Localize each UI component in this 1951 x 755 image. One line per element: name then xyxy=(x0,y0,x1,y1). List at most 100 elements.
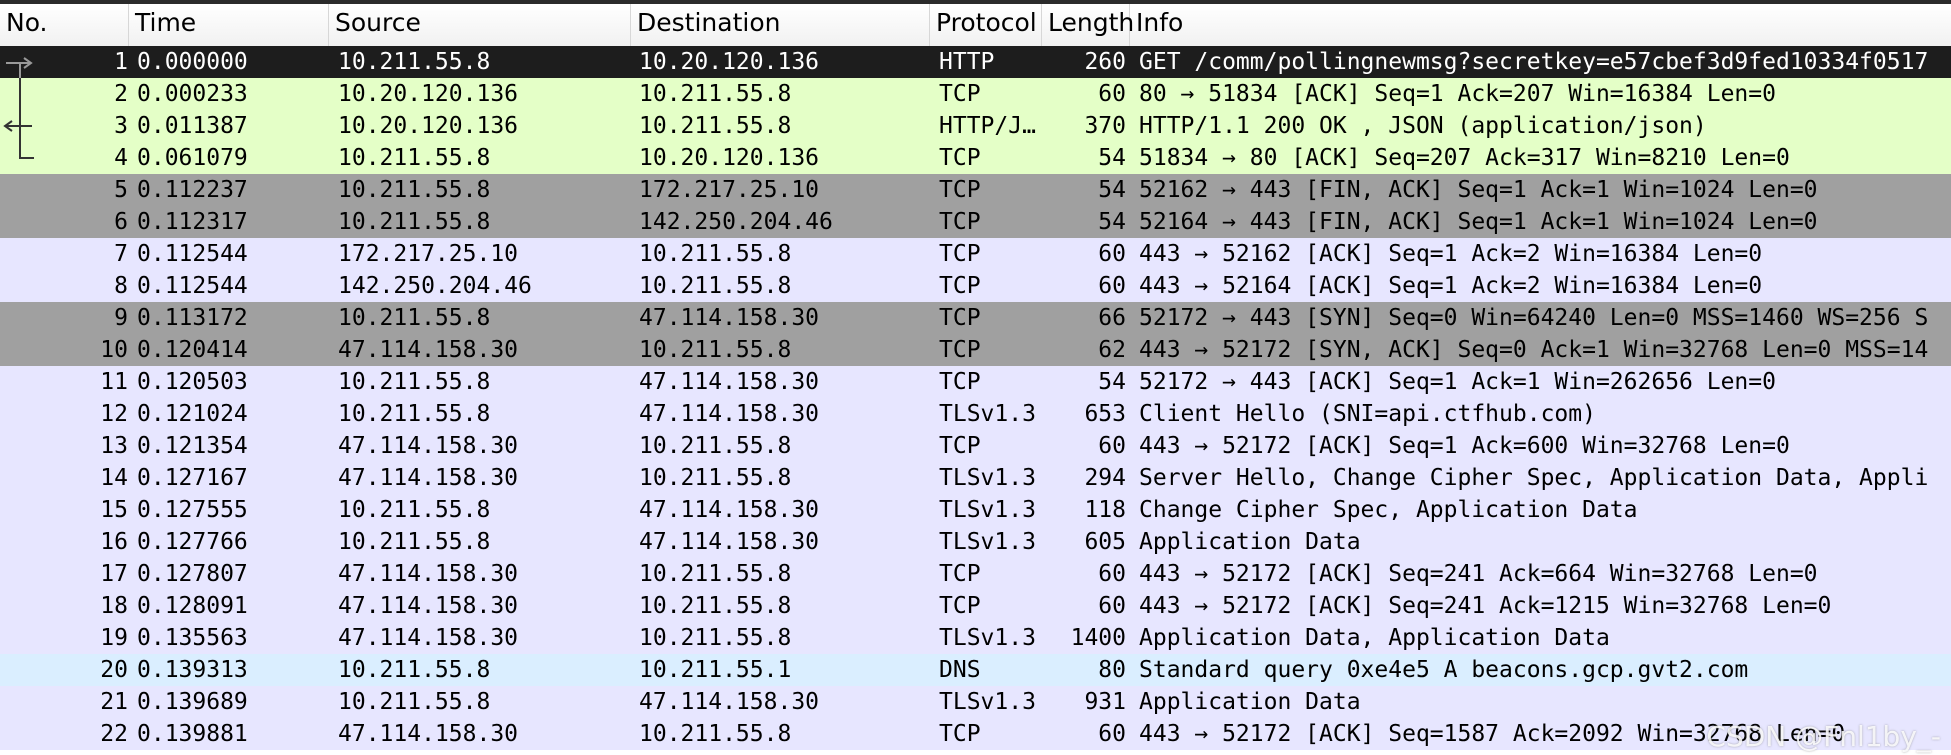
cell-source: 172.217.25.10 xyxy=(338,241,519,267)
packet-row[interactable]: 2 0.000233 10.20.120.136 10.211.55.8 TCP 60 80… xyxy=(0,78,1951,110)
cell-info: 51834 → 80 [ACK] Seq=207 Ack=317 Win=821… xyxy=(1139,145,1790,171)
packet-row[interactable]: 8 0.112544 142.250.204.46 10.211.55.8 TCP 60 4… xyxy=(0,270,1951,302)
cell-source: 10.20.120.136 xyxy=(338,113,519,139)
cell-time: 0.127766 xyxy=(137,529,248,555)
cell-no: 22 xyxy=(100,721,128,747)
cell-source: 10.211.55.8 xyxy=(338,369,491,395)
packet-row[interactable]: 13 0.121354 47.114.158.30 10.211.55.8 TCP 60 4… xyxy=(0,430,1951,462)
cell-destination: 10.211.55.8 xyxy=(639,465,792,491)
packet-row[interactable]: 4 0.061079 10.211.55.8 10.20.120.136 TCP 54 51… xyxy=(0,142,1951,174)
packet-row[interactable]: 3 0.011387 10.20.120.136 10.211.55.8 HTTP/J…… xyxy=(0,110,1951,142)
column-header-no[interactable]: No. xyxy=(0,4,129,46)
packet-row[interactable]: 6 0.112317 10.211.55.8 142.250.204.46 TCP 54 5… xyxy=(0,206,1951,238)
packet-row[interactable]: 11 0.120503 10.211.55.8 47.114.158.30 TCP 54 5… xyxy=(0,366,1951,398)
cell-info: Application Data, Application Data xyxy=(1139,625,1610,651)
cell-destination: 172.217.25.10 xyxy=(639,177,820,203)
cell-no: 14 xyxy=(100,465,128,491)
cell-protocol: TLSv1.3 xyxy=(939,497,1036,523)
cell-source: 10.211.55.8 xyxy=(338,49,491,75)
packet-row[interactable]: 14 0.127167 47.114.158.30 10.211.55.8 TLSv1.… xyxy=(0,462,1951,494)
cell-length: 54 xyxy=(1098,209,1126,235)
cell-length: 62 xyxy=(1098,337,1126,363)
cell-protocol: TLSv1.3 xyxy=(939,529,1036,555)
column-header-destination[interactable]: Destination xyxy=(631,4,930,46)
cell-no: 19 xyxy=(100,625,128,651)
cell-protocol: TLSv1.3 xyxy=(939,625,1036,651)
cell-length: 60 xyxy=(1098,81,1126,107)
cell-source: 10.211.55.8 xyxy=(338,497,491,523)
cell-source: 10.211.55.8 xyxy=(338,689,491,715)
packet-row[interactable]: 16 0.127766 10.211.55.8 47.114.158.30 TLSv1.… xyxy=(0,526,1951,558)
packet-row[interactable]: 7 0.112544 172.217.25.10 10.211.55.8 TCP 60 44… xyxy=(0,238,1951,270)
packet-row[interactable]: 5 0.112237 10.211.55.8 172.217.25.10 TCP 54 52… xyxy=(0,174,1951,206)
cell-protocol: TCP xyxy=(939,273,981,299)
cell-protocol: HTTP xyxy=(939,49,995,75)
cell-no: 5 xyxy=(114,177,128,203)
cell-source: 10.211.55.8 xyxy=(338,177,491,203)
cell-destination: 10.211.55.8 xyxy=(639,81,792,107)
cell-protocol: TCP xyxy=(939,433,981,459)
cell-protocol: TCP xyxy=(939,369,981,395)
cell-info: 52164 → 443 [FIN, ACK] Seq=1 Ack=1 Win=1… xyxy=(1139,209,1818,235)
packet-row[interactable]: 17 0.127807 47.114.158.30 10.211.55.8 TCP 60 4… xyxy=(0,558,1951,590)
column-header-source[interactable]: Source xyxy=(329,4,631,46)
cell-destination: 47.114.158.30 xyxy=(639,369,820,395)
cell-destination: 10.211.55.8 xyxy=(639,561,792,587)
column-header-length[interactable]: Length xyxy=(1042,4,1134,46)
cell-time: 0.112544 xyxy=(137,241,248,267)
packet-row[interactable]: 15 0.127555 10.211.55.8 47.114.158.30 TLSv1.… xyxy=(0,494,1951,526)
cell-destination: 10.211.55.8 xyxy=(639,113,792,139)
cell-length: 54 xyxy=(1098,145,1126,171)
cell-protocol: TLSv1.3 xyxy=(939,401,1036,427)
cell-source: 10.211.55.8 xyxy=(338,305,491,331)
cell-protocol: TCP xyxy=(939,337,981,363)
cell-length: 54 xyxy=(1098,177,1126,203)
packet-row[interactable]: 21 0.139689 10.211.55.8 47.114.158.30 TLSv1.… xyxy=(0,686,1951,718)
cell-source: 47.114.158.30 xyxy=(338,721,519,747)
cell-source: 47.114.158.30 xyxy=(338,625,519,651)
cell-time: 0.121354 xyxy=(137,433,248,459)
cell-time: 0.000000 xyxy=(137,49,248,75)
packet-list-pane: No. Time Source Destination Protocol Len… xyxy=(0,0,1951,755)
cell-destination: 47.114.158.30 xyxy=(639,401,820,427)
packet-row[interactable]: 18 0.128091 47.114.158.30 10.211.55.8 TCP 60 4… xyxy=(0,590,1951,622)
cell-protocol: TCP xyxy=(939,145,981,171)
packet-row[interactable]: 20 0.139313 10.211.55.8 10.211.55.1 DNS 80 Sta… xyxy=(0,654,1951,686)
cell-protocol: TCP xyxy=(939,721,981,747)
cell-no: 16 xyxy=(100,529,128,555)
cell-protocol: TCP xyxy=(939,561,981,587)
cell-destination: 47.114.158.30 xyxy=(639,529,820,555)
cell-destination: 142.250.204.46 xyxy=(639,209,833,235)
cell-protocol: TCP xyxy=(939,593,981,619)
packet-row[interactable]: 22 0.139881 47.114.158.30 10.211.55.8 TCP 60 4… xyxy=(0,718,1951,750)
cell-protocol: HTTP/J… xyxy=(939,113,1036,139)
cell-time: 0.112317 xyxy=(137,209,248,235)
packet-row[interactable]: 10 0.120414 47.114.158.30 10.211.55.8 TCP 62 4… xyxy=(0,334,1951,366)
packet-row[interactable]: 12 0.121024 10.211.55.8 47.114.158.30 TLSv1.… xyxy=(0,398,1951,430)
cell-protocol: TCP xyxy=(939,177,981,203)
cell-no: 1 xyxy=(114,49,128,75)
cell-destination: 47.114.158.30 xyxy=(639,305,820,331)
cell-length: 931 xyxy=(1084,689,1126,715)
column-header-time[interactable]: Time xyxy=(129,4,329,46)
cell-info: Change Cipher Spec, Application Data xyxy=(1139,497,1638,523)
packet-row[interactable]: 19 0.135563 47.114.158.30 10.211.55.8 TLSv1.… xyxy=(0,622,1951,654)
cell-source: 10.211.55.8 xyxy=(338,657,491,683)
cell-length: 653 xyxy=(1084,401,1126,427)
cell-no: 20 xyxy=(100,657,128,683)
cell-protocol: TCP xyxy=(939,81,981,107)
cell-info: 443 → 52172 [ACK] Seq=241 Ack=664 Win=32… xyxy=(1139,561,1818,587)
cell-destination: 10.211.55.8 xyxy=(639,433,792,459)
cell-source: 10.211.55.8 xyxy=(338,145,491,171)
packet-row[interactable]: 1 0.000000 10.211.55.8 10.20.120.136 HTTP 260… xyxy=(0,46,1951,78)
column-header-row: No. Time Source Destination Protocol Len… xyxy=(0,4,1951,47)
column-header-protocol[interactable]: Protocol xyxy=(930,4,1042,46)
column-header-info[interactable]: Info xyxy=(1130,4,1951,46)
cell-protocol: DNS xyxy=(939,657,981,683)
cell-protocol: TCP xyxy=(939,305,981,331)
watermark-text: CSDN @Fnl1by_- xyxy=(1706,720,1941,753)
cell-no: 2 xyxy=(114,81,128,107)
packet-row[interactable]: 9 0.113172 10.211.55.8 47.114.158.30 TCP 66 52… xyxy=(0,302,1951,334)
cell-info: GET /comm/pollingnewmsg?secretkey=e57cbe… xyxy=(1139,49,1929,75)
cell-source: 47.114.158.30 xyxy=(338,465,519,491)
